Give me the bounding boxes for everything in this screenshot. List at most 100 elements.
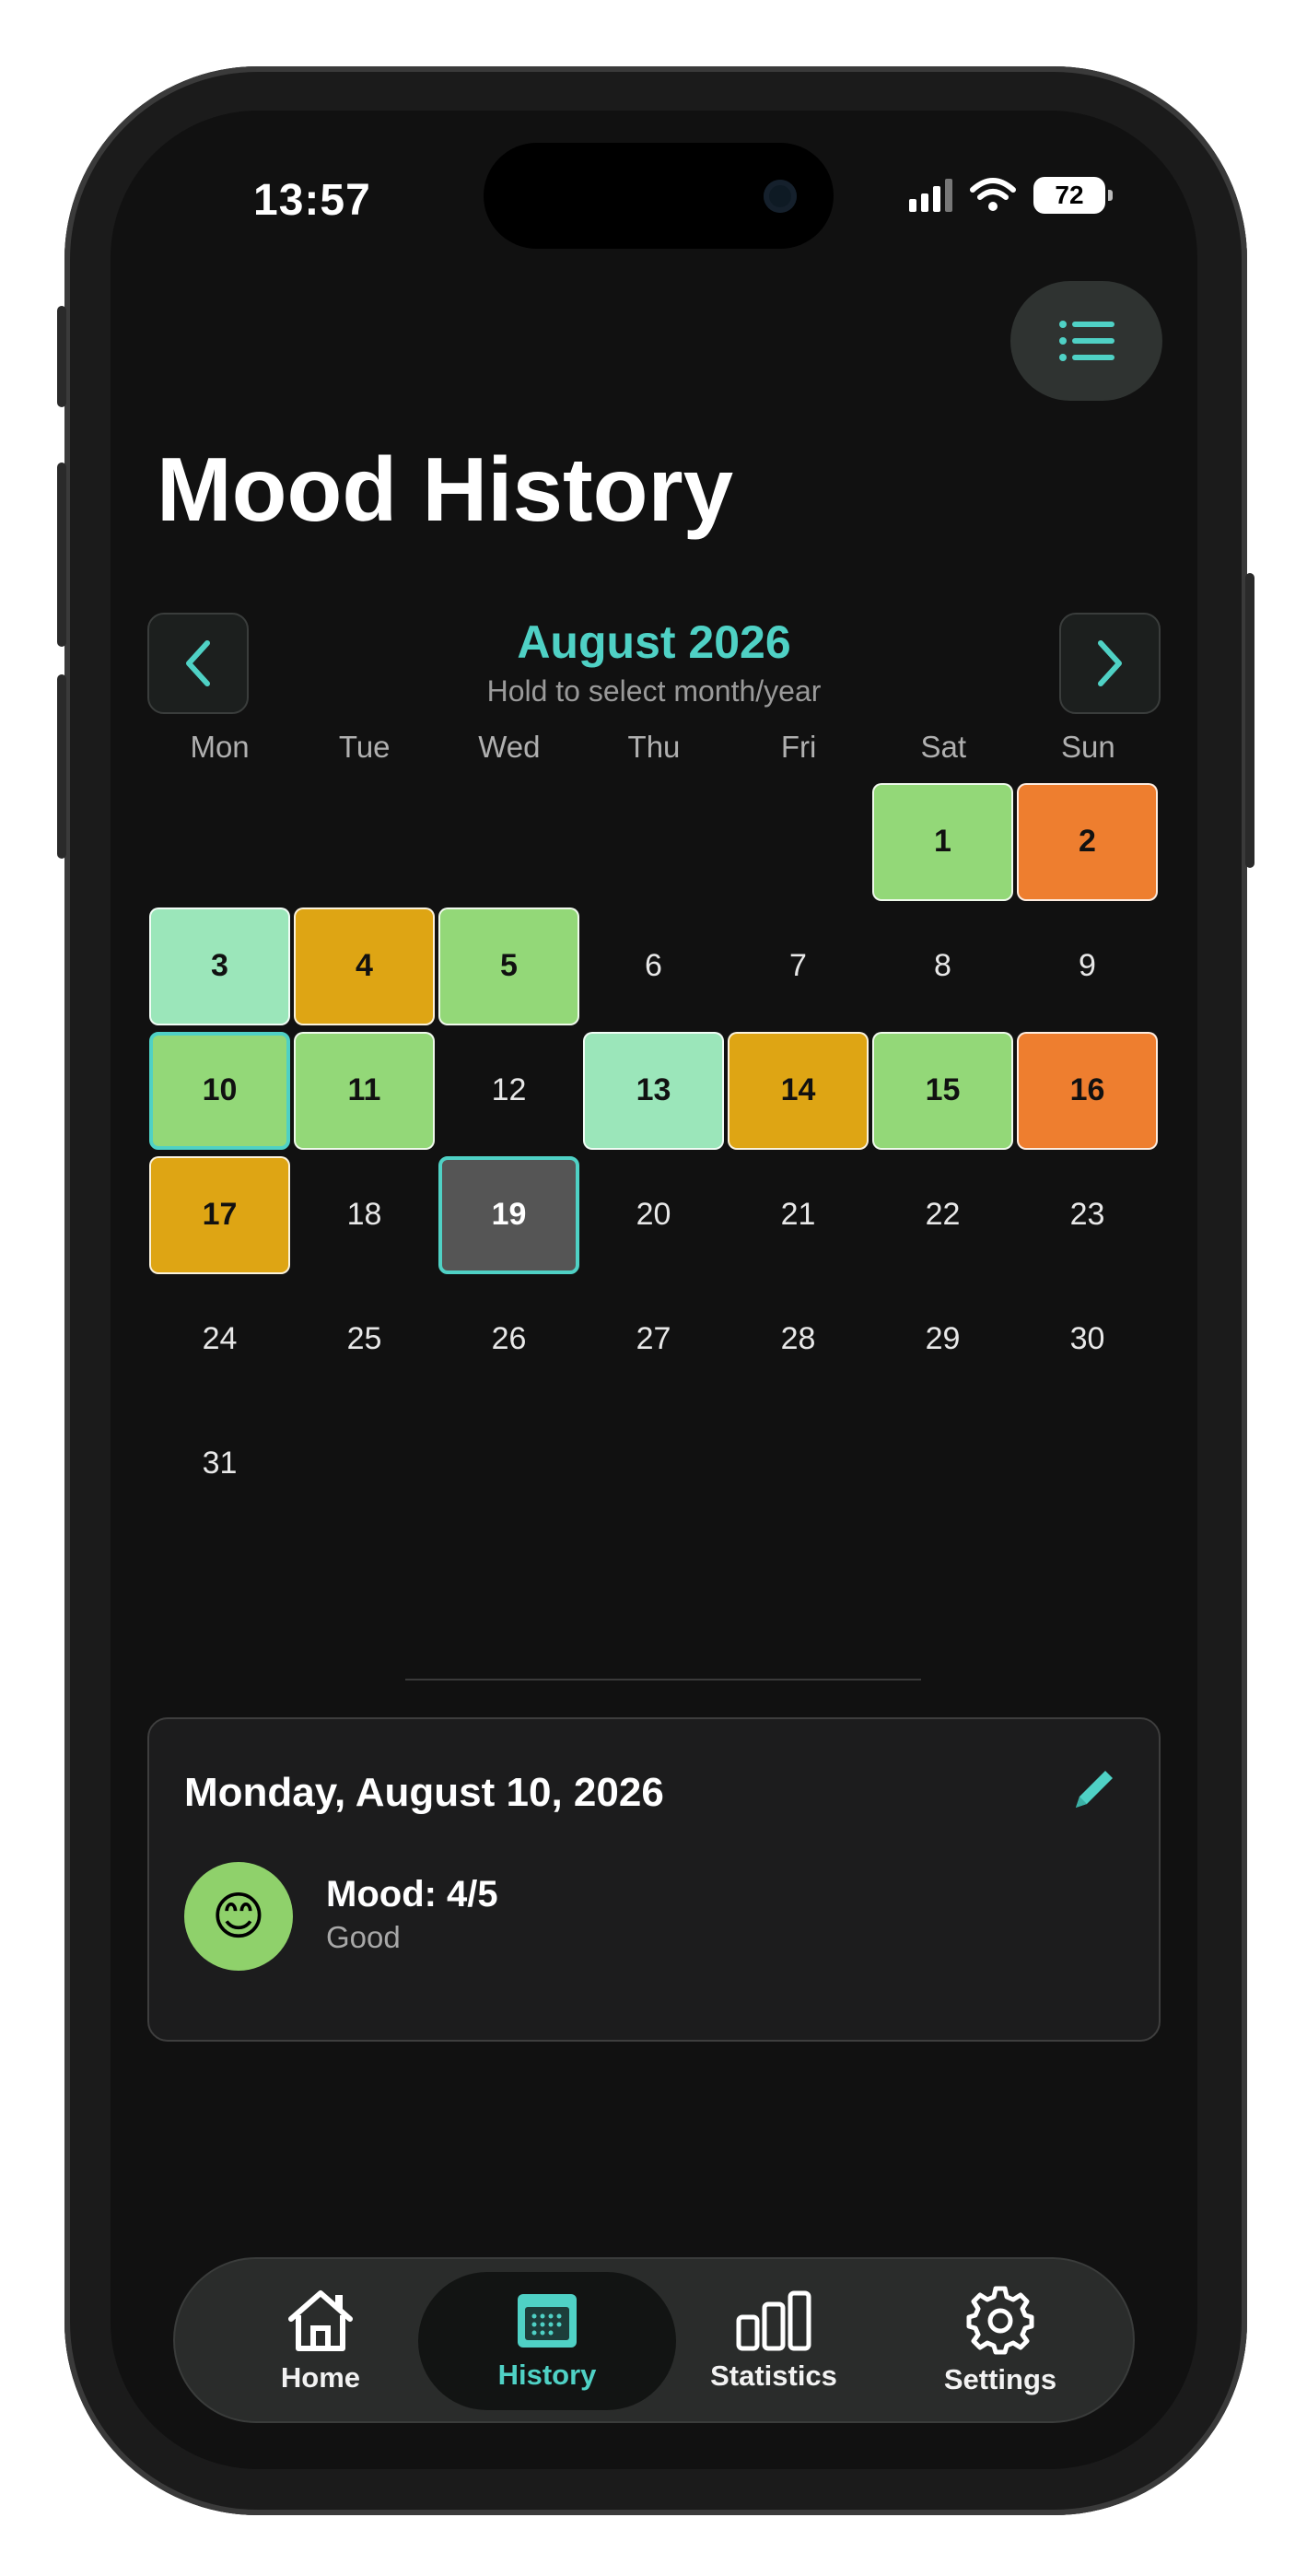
calendar-cell: 8 xyxy=(870,904,1015,1028)
tab-settings[interactable]: Settings xyxy=(871,2272,1129,2410)
calendar-day-3[interactable]: 3 xyxy=(149,907,290,1025)
calendar-day-13[interactable]: 13 xyxy=(583,1031,724,1150)
day-detail-card: Monday, August 10, 2026 😊 Mood: 4/5 Good xyxy=(147,1717,1161,2042)
tab-statistics[interactable]: Statistics xyxy=(645,2272,903,2410)
calendar-cell: 20 xyxy=(581,1153,726,1277)
calendar-grid: 1 2 3 4 5 6 7 8 9 10 11 12 13 14 15 16 17 18 19 20 21 22 23 24 2… xyxy=(147,779,1161,1526)
calendar-day-29[interactable]: 29 xyxy=(872,1281,1013,1399)
calendar-cell: 5 xyxy=(437,904,581,1028)
weekday-label: Tue xyxy=(338,730,391,764)
calendar-day-30[interactable]: 30 xyxy=(1017,1281,1158,1399)
calendar-cell: 28 xyxy=(726,1277,870,1401)
tab-home[interactable]: Home xyxy=(192,2272,449,2410)
menu-button[interactable] xyxy=(1010,281,1162,401)
calendar-day-5[interactable]: 5 xyxy=(438,907,579,1025)
calendar-day-18[interactable]: 18 xyxy=(294,1156,435,1274)
calendar-day-17[interactable]: 17 xyxy=(149,1155,290,1274)
calendar-day-22[interactable]: 22 xyxy=(872,1156,1013,1274)
calendar-day-9[interactable]: 9 xyxy=(1017,907,1158,1025)
calendar-cell: 2 xyxy=(1015,779,1160,904)
calendar-cell: 25 xyxy=(292,1277,437,1401)
calendar-day-27[interactable]: 27 xyxy=(583,1281,724,1399)
calendar-day-14[interactable]: 14 xyxy=(728,1031,869,1150)
calendar-cell: 30 xyxy=(1015,1277,1160,1401)
calendar-cell: 14 xyxy=(726,1028,870,1153)
next-month-button[interactable] xyxy=(1059,613,1161,714)
calendar-blank-cell xyxy=(292,779,437,904)
tab-label: History xyxy=(497,2359,597,2391)
calendar-day-26[interactable]: 26 xyxy=(438,1281,579,1399)
calendar-day-1[interactable]: 1 xyxy=(872,782,1013,901)
page-title: Mood History xyxy=(157,439,734,540)
calendar-day-11[interactable]: 11 xyxy=(294,1031,435,1150)
gear-icon xyxy=(966,2286,1034,2355)
calendar-day-16[interactable]: 16 xyxy=(1017,1031,1158,1150)
calendar-cell: 22 xyxy=(870,1153,1015,1277)
tab-history[interactable]: History xyxy=(418,2272,676,2410)
tab-label: Home xyxy=(280,2361,361,2394)
month-label[interactable]: August 2026 xyxy=(111,615,1197,669)
calendar-day-25[interactable]: 25 xyxy=(294,1281,435,1399)
calendar-cell: 31 xyxy=(147,1401,292,1526)
calendar-cell: 1 xyxy=(870,779,1015,904)
calendar-cell: 29 xyxy=(870,1277,1015,1401)
calendar-day-10[interactable]: 10 xyxy=(149,1031,290,1150)
phone-side-button xyxy=(57,306,66,407)
calendar-cell: 21 xyxy=(726,1153,870,1277)
mood-label: Good xyxy=(326,1920,401,1954)
calendar-day-21[interactable]: 21 xyxy=(728,1156,869,1274)
calendar-day-15[interactable]: 15 xyxy=(872,1031,1013,1150)
calendar-day-2[interactable]: 2 xyxy=(1017,782,1158,901)
home-icon xyxy=(288,2290,353,2351)
calendar-cell: 19 xyxy=(437,1153,581,1277)
phone-side-button xyxy=(57,674,66,859)
weekday-header: Mon Tue Wed Thu Fri Sat Sun xyxy=(147,730,1161,765)
calendar-cell: 3 xyxy=(147,904,292,1028)
status-indicators: 72 xyxy=(909,177,1113,214)
calendar-day-6[interactable]: 6 xyxy=(583,907,724,1025)
tab-label: Statistics xyxy=(710,2359,837,2392)
calendar-cell: 9 xyxy=(1015,904,1160,1028)
calendar-blank-cell xyxy=(581,779,726,904)
calendar-cell: 27 xyxy=(581,1277,726,1401)
calendar-cell: 26 xyxy=(437,1277,581,1401)
calendar-cell: 15 xyxy=(870,1028,1015,1153)
tab-bar: Home History Statistics Settings xyxy=(173,2257,1135,2423)
calendar-day-20[interactable]: 20 xyxy=(583,1156,724,1274)
calendar-day-12[interactable]: 12 xyxy=(438,1032,579,1150)
calendar-day-19[interactable]: 19 xyxy=(438,1155,579,1274)
calendar-day-28[interactable]: 28 xyxy=(728,1281,869,1399)
divider xyxy=(405,1679,921,1680)
weekday-label: Sat xyxy=(920,730,967,764)
calendar-day-23[interactable]: 23 xyxy=(1017,1156,1158,1274)
calendar-day-7[interactable]: 7 xyxy=(728,907,869,1025)
weekday-label: Mon xyxy=(190,730,250,764)
phone-side-button xyxy=(1245,573,1254,868)
list-icon xyxy=(1058,321,1114,361)
month-hint: Hold to select month/year xyxy=(486,674,822,708)
calendar-cell: 13 xyxy=(581,1028,726,1153)
camera-icon xyxy=(764,180,797,213)
calendar-cell: 24 xyxy=(147,1277,292,1401)
signal-icon xyxy=(909,179,952,212)
calendar-cell: 11 xyxy=(292,1028,437,1153)
calendar-cell: 23 xyxy=(1015,1153,1160,1277)
calendar-day-8[interactable]: 8 xyxy=(872,907,1013,1025)
calendar-day-31[interactable]: 31 xyxy=(149,1405,290,1523)
selected-date: Monday, August 10, 2026 xyxy=(184,1770,664,1815)
calendar-blank-cell xyxy=(437,779,581,904)
weekday-label: Sun xyxy=(1061,730,1115,764)
calendar-cell: 17 xyxy=(147,1153,292,1277)
calendar-cell: 6 xyxy=(581,904,726,1028)
mood-emoji-avatar: 😊 xyxy=(184,1862,293,1971)
edit-button[interactable] xyxy=(1068,1763,1120,1815)
app-screen: 13:57 72 Mood History August 2026 Hold t… xyxy=(111,111,1197,2469)
calendar-day-4[interactable]: 4 xyxy=(294,907,435,1025)
calendar-cell: 10 xyxy=(147,1028,292,1153)
calendar-cell: 16 xyxy=(1015,1028,1160,1153)
calendar-day-24[interactable]: 24 xyxy=(149,1281,290,1399)
dynamic-island xyxy=(484,143,834,249)
calendar-icon xyxy=(518,2294,577,2348)
calendar-cell: 18 xyxy=(292,1153,437,1277)
calendar-cell: 4 xyxy=(292,904,437,1028)
